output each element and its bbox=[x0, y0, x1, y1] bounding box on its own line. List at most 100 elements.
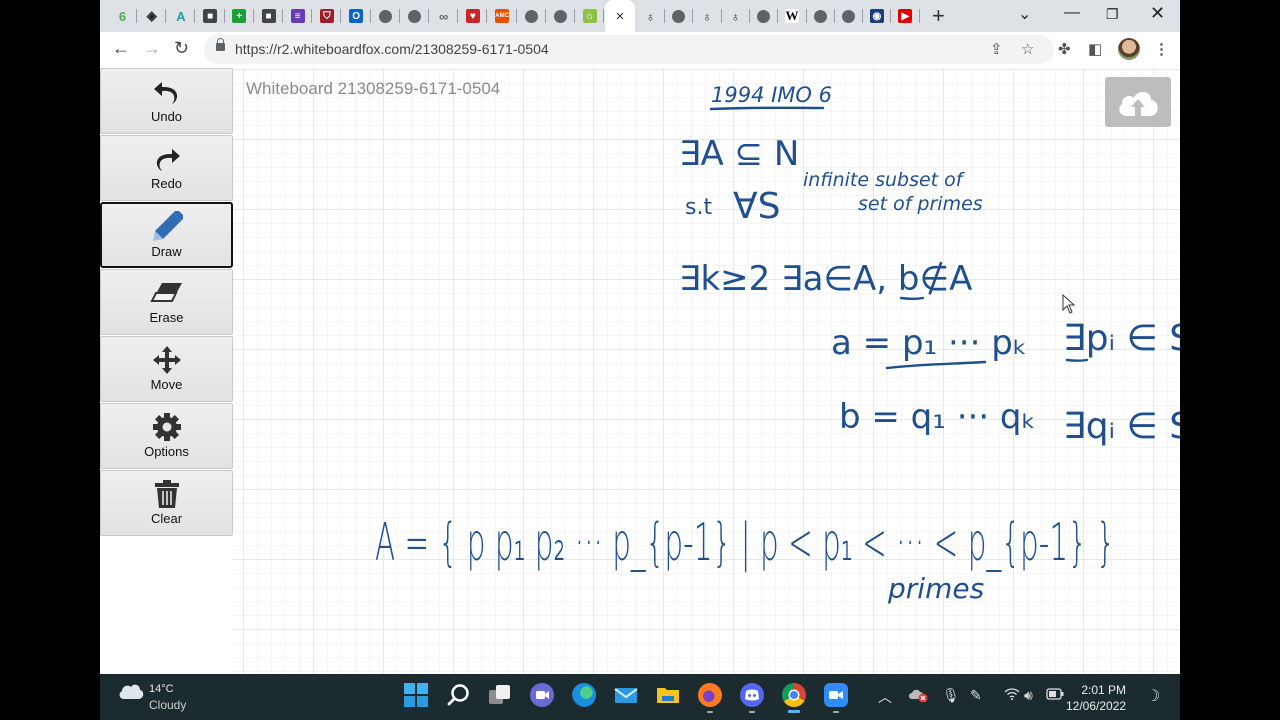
show-hidden-icons-chevron[interactable]: ︿ bbox=[878, 687, 892, 707]
move-button[interactable]: Move bbox=[100, 336, 233, 402]
browser-tab[interactable]: W bbox=[778, 0, 807, 32]
undo-button[interactable]: Undo bbox=[100, 68, 233, 134]
ink-heading: 1994 IMO 6 bbox=[709, 83, 832, 111]
clear-label: Clear bbox=[150, 511, 183, 526]
minimize-button[interactable]: — bbox=[1064, 4, 1080, 22]
volume-icon[interactable]: 🔊︎ bbox=[1024, 687, 1033, 704]
task-view-button[interactable] bbox=[488, 683, 512, 707]
bookmark-star-icon[interactable]: ☆ bbox=[1021, 40, 1034, 58]
upload-cloud-button[interactable] bbox=[1105, 77, 1171, 127]
browser-tab[interactable]: AMC bbox=[488, 0, 517, 32]
leaf-icon: 6 bbox=[118, 8, 127, 24]
draw-label: Draw bbox=[151, 244, 182, 259]
browser-tab[interactable]: ∞ bbox=[429, 0, 459, 32]
microphone-icon[interactable]: 🎙︎ bbox=[942, 687, 960, 704]
options-button[interactable]: Options bbox=[100, 403, 233, 469]
edge-button[interactable] bbox=[572, 683, 596, 707]
browser-tab[interactable] bbox=[546, 0, 575, 32]
browser-tab[interactable]: ◉ bbox=[862, 0, 892, 32]
browser-tab[interactable] bbox=[371, 0, 400, 32]
tab-search-icon[interactable]: ⌄ bbox=[1018, 4, 1031, 24]
whiteboard-canvas[interactable]: Whiteboard 21308259-6171-0504 1994 IMO 6… bbox=[233, 68, 1180, 674]
browser-tab[interactable]: ♥ bbox=[458, 0, 488, 32]
video-letterbox-right bbox=[1180, 0, 1280, 720]
whiteboard-toolbar: Undo Redo Draw Erase Move Options Clear bbox=[100, 68, 233, 674]
target-icon: ◉ bbox=[869, 9, 884, 23]
browser-tab[interactable]: ◈ bbox=[137, 0, 167, 32]
ink-note2: set of primes bbox=[858, 193, 983, 215]
mail-button[interactable] bbox=[614, 683, 638, 707]
start-button[interactable] bbox=[404, 683, 428, 707]
search-icon bbox=[447, 684, 469, 706]
share-icon[interactable]: ⇪ bbox=[990, 40, 1003, 58]
browser-tab[interactable]: + bbox=[225, 0, 254, 32]
browser-tab[interactable]: ■ bbox=[254, 0, 283, 32]
side-panel-icon[interactable]: ◧ bbox=[1088, 40, 1102, 58]
firefox-button[interactable] bbox=[698, 683, 722, 713]
extensions-puzzle-icon[interactable]: ✤ bbox=[1058, 40, 1071, 58]
browser-tab[interactable]: O bbox=[342, 0, 371, 32]
draw-button[interactable]: Draw bbox=[100, 202, 233, 268]
pen-menu-icon[interactable]: ✎ bbox=[970, 687, 982, 704]
browser-tab[interactable]: 6 bbox=[108, 0, 137, 32]
weather-widget[interactable] bbox=[118, 682, 144, 705]
discord-button[interactable] bbox=[740, 683, 764, 713]
search-button[interactable] bbox=[446, 683, 470, 707]
close-window-button[interactable]: ✕ bbox=[1150, 3, 1165, 24]
battery-icon[interactable] bbox=[1046, 687, 1064, 703]
ink-note1: infinite subset of bbox=[803, 169, 966, 191]
browser-tab[interactable] bbox=[400, 0, 429, 32]
wifi-icon[interactable] bbox=[1004, 687, 1020, 704]
url-text[interactable]: https://r2.whiteboardfox.com/21308259-61… bbox=[235, 41, 549, 57]
forward-button[interactable]: → bbox=[143, 38, 161, 59]
browser-tab[interactable] bbox=[664, 0, 694, 32]
ink-line5: b = q₁ ··· qₖ bbox=[839, 397, 1036, 437]
browser-tab[interactable] bbox=[749, 0, 779, 32]
clear-button[interactable]: Clear bbox=[100, 470, 233, 536]
file-explorer-button[interactable] bbox=[656, 683, 680, 707]
restore-button[interactable]: ❐ bbox=[1106, 6, 1119, 23]
redo-button[interactable]: Redo bbox=[100, 135, 233, 201]
erase-button[interactable]: Erase bbox=[100, 269, 233, 335]
active-tab[interactable]: × bbox=[605, 0, 635, 32]
plus-square-icon: + bbox=[232, 9, 247, 23]
menu-kebab-icon[interactable]: ⋮ bbox=[1154, 40, 1169, 58]
globe-icon bbox=[813, 9, 827, 23]
back-button[interactable]: ← bbox=[112, 38, 130, 59]
reload-button[interactable]: ↻ bbox=[174, 38, 189, 59]
redo-label: Redo bbox=[150, 176, 183, 191]
acorn-icon: ♁ bbox=[645, 8, 656, 24]
teams-chat-button[interactable] bbox=[530, 683, 554, 707]
globe-icon bbox=[554, 9, 567, 23]
task-view-icon bbox=[489, 685, 510, 704]
browser-tab[interactable]: ♁ bbox=[636, 0, 665, 32]
cube-icon: ■ bbox=[203, 9, 218, 23]
focus-moon-icon[interactable]: ☽ bbox=[1146, 686, 1160, 706]
browser-tab[interactable]: ■ bbox=[196, 0, 225, 32]
tab-strip: + ⌄ — ❐ ✕ 6 ◈ A ■ + ■ ≡ ⛉ O ∞ ♥ AMC ⌂ × ♁ ♁ ♁ W ◉ ▶ bbox=[100, 0, 1180, 32]
browser-tab[interactable]: A bbox=[166, 0, 196, 32]
system-clock[interactable]: 2:01 PM 12/06/2022 bbox=[1066, 682, 1126, 714]
browser-tab[interactable]: ≡ bbox=[283, 0, 313, 32]
zoom-button[interactable] bbox=[824, 683, 848, 713]
chrome-icon bbox=[788, 689, 800, 701]
browser-tab[interactable]: ⛉ bbox=[312, 0, 342, 32]
address-bar[interactable]: https://r2.whiteboardfox.com/21308259-61… bbox=[204, 35, 1054, 64]
close-tab-icon[interactable]: × bbox=[616, 8, 625, 25]
browser-tab[interactable]: ▶ bbox=[891, 0, 920, 32]
profile-avatar[interactable] bbox=[1118, 38, 1140, 60]
video-chat-icon bbox=[536, 691, 549, 699]
running-indicator bbox=[749, 711, 755, 713]
browser-tab[interactable] bbox=[834, 0, 864, 32]
browser-tab[interactable]: ♁ bbox=[721, 0, 750, 32]
chrome-button[interactable] bbox=[782, 683, 806, 713]
trash-icon bbox=[154, 479, 180, 509]
browser-tab[interactable] bbox=[806, 0, 835, 32]
onedrive-error-icon[interactable] bbox=[908, 687, 928, 706]
windows-logo-icon bbox=[404, 683, 428, 707]
browser-tab[interactable]: ⌂ bbox=[575, 0, 605, 32]
browser-tab[interactable]: ♁ bbox=[693, 0, 722, 32]
ink-line4: a = p₁ ··· pₖ bbox=[831, 323, 1027, 363]
browser-tab[interactable] bbox=[517, 0, 546, 32]
new-tab-button[interactable]: + bbox=[932, 3, 945, 29]
